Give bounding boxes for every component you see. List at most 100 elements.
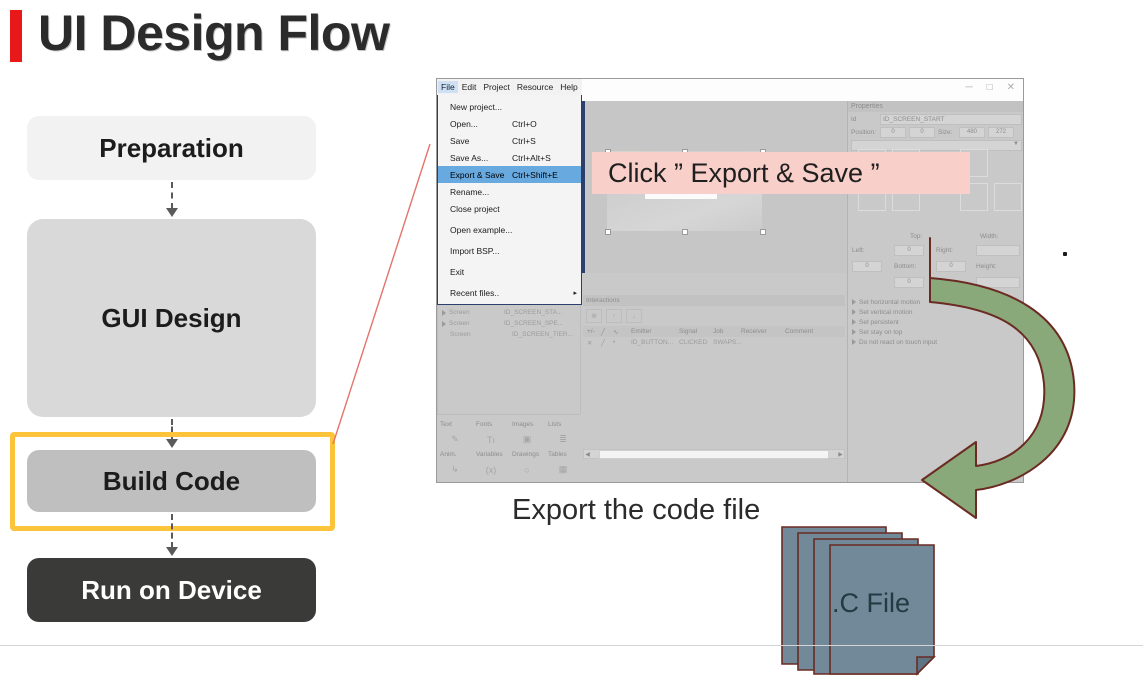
fonts-icon[interactable]: Tı — [473, 430, 509, 449]
menu-item-recent-files[interactable]: Recent files.. ▸ — [438, 284, 581, 301]
size-height-field[interactable]: 272 — [988, 127, 1014, 138]
align-left-label: Left: — [852, 247, 865, 254]
expand-arrow-icon[interactable] — [442, 320, 446, 327]
align-bottom-label: Bottom: — [894, 263, 917, 270]
position-y-field[interactable]: 0 — [909, 127, 935, 138]
maximize-icon[interactable]: □ — [987, 82, 993, 94]
title-accent-bar — [10, 10, 22, 62]
menu-item-import-bsp[interactable]: Import BSP... — [438, 242, 581, 259]
lists-icon[interactable]: ≣ — [545, 430, 581, 449]
menu-file[interactable]: File — [438, 81, 458, 93]
menu-resource[interactable]: Resource — [514, 81, 556, 93]
interactions-column-headers: +/- ╱ ∿ Emitter Signal Job Receiver Comm… — [583, 326, 845, 337]
selection-handle[interactable] — [605, 229, 611, 235]
c-file-label: .C File — [832, 588, 911, 618]
menu-item-export-and-save[interactable]: Export & Save Ctrl+Shift+E — [438, 166, 581, 183]
object-tree-panel: Object Id Screen ID_SCREEN_STA... Screen… — [437, 295, 581, 415]
drawings-icon[interactable]: ○ — [509, 460, 545, 479]
text-icon[interactable]: ✎ — [437, 430, 473, 449]
menu-edit[interactable]: Edit — [459, 81, 480, 93]
flow-step-label: Run on Device — [81, 574, 262, 605]
horizontal-scrollbar[interactable]: ◀ ▶ — [583, 449, 845, 459]
selection-handle[interactable] — [682, 229, 688, 235]
page-title: UI Design Flow — [38, 5, 390, 61]
delete-row-icon[interactable]: ✕ — [583, 339, 601, 347]
menu-item-open-example[interactable]: Open example... — [438, 221, 581, 238]
menu-item-new-project[interactable]: New project... — [438, 98, 581, 115]
property-id-row: Id ID_SCREEN_START — [848, 114, 1023, 125]
chevron-right-icon — [852, 339, 856, 345]
tables-icon[interactable]: ▦ — [545, 460, 581, 479]
interactions-header: Interactions — [583, 295, 845, 306]
callout-connector-line — [332, 143, 431, 445]
footer-divider — [0, 645, 1143, 646]
menu-item-close-project[interactable]: Close project — [438, 200, 581, 217]
menu-item-open[interactable]: Open... Ctrl+O — [438, 115, 581, 132]
toolbox-row2-icons: ↳ (x) ○ ▦ — [437, 460, 581, 479]
expand-arrow-icon[interactable] — [442, 309, 446, 316]
export-caption: Export the code file — [512, 494, 761, 526]
table-row[interactable]: ✕ ╱ • ID_BUTTON... CLICKED SWAPS... — [583, 337, 845, 348]
small-dot-marker — [1063, 252, 1067, 256]
toolbox-row1-labels: Text Fonts Images Lists — [440, 421, 562, 428]
flow-step-gui-design[interactable]: GUI Design — [27, 219, 316, 417]
property-id-label: Id — [851, 116, 857, 123]
property-id-value[interactable]: ID_SCREEN_START — [880, 114, 1022, 125]
flow-step-label: Preparation — [99, 132, 244, 163]
slide-root: UI Design Flow Preparation GUI Design Bu… — [0, 0, 1143, 687]
selection-handle[interactable] — [760, 229, 766, 235]
scroll-left-arrow-icon[interactable]: ◀ — [584, 451, 591, 458]
chevron-down-icon[interactable]: ▼ — [1013, 141, 1019, 147]
scrollbar-thumb[interactable] — [599, 449, 829, 459]
menu-item-rename[interactable]: Rename... — [438, 183, 581, 200]
align-left-field[interactable]: 0 — [852, 261, 882, 272]
row-marker-icon: • — [613, 339, 616, 346]
add-interaction-icon[interactable]: ⊕ — [586, 309, 602, 323]
interactions-toolbar: ⊕ ↑ ↓ — [583, 306, 845, 326]
flow-step-label: Build Code — [102, 465, 241, 496]
minimize-icon[interactable]: ─ — [965, 82, 972, 94]
images-icon[interactable]: ▣ — [509, 430, 545, 449]
flow-step-build-code[interactable]: Build Code — [27, 450, 316, 512]
position-label: Position: — [851, 129, 876, 136]
chevron-right-icon: ▸ — [573, 289, 577, 297]
ide-menu-bar: File Edit Project Resource Help — [437, 79, 582, 96]
callout-export-and-save: Click ” Export & Save ” — [592, 152, 970, 194]
green-circular-arrow-icon — [921, 237, 1076, 519]
close-icon[interactable]: ✕ — [1007, 82, 1015, 94]
menu-item-exit[interactable]: Exit — [438, 263, 581, 280]
flow-step-run-on-device[interactable]: Run on Device — [27, 558, 316, 622]
property-position-row: Position: 0 0 Size: 480 272 — [848, 127, 1023, 138]
flow-arrow-1 — [165, 182, 179, 217]
size-label: Size: — [938, 129, 953, 136]
position-x-field[interactable]: 0 — [880, 127, 906, 138]
interactions-panel: Interactions ⊕ ↑ ↓ +/- ╱ ∿ Emitter Signa… — [583, 295, 845, 445]
menu-help[interactable]: Help — [557, 81, 580, 93]
animation-icon[interactable]: ↳ — [437, 460, 473, 479]
size-width-field[interactable]: 480 — [959, 127, 985, 138]
table-row[interactable]: Screen ID_SCREEN_STA... — [438, 307, 580, 318]
table-row[interactable]: Screen ID_SCREEN_SPE... — [438, 318, 580, 329]
align-icon[interactable] — [994, 183, 1022, 211]
scroll-right-arrow-icon[interactable]: ▶ — [837, 451, 844, 458]
move-down-icon[interactable]: ↓ — [626, 309, 642, 323]
chevron-right-icon — [852, 309, 856, 315]
edit-row-icon[interactable]: ╱ — [601, 339, 613, 347]
table-row[interactable]: Screen ID_SCREEN_TIER... — [438, 329, 580, 340]
file-menu-dropdown: New project... Open... Ctrl+O Save Ctrl+… — [437, 95, 582, 305]
toolbox-row1-icons: ✎ Tı ▣ ≣ — [437, 430, 581, 449]
flow-step-label: GUI Design — [101, 302, 242, 333]
properties-header: Properties — [848, 101, 1023, 112]
variables-icon[interactable]: (x) — [473, 460, 509, 479]
flow-step-preparation[interactable]: Preparation — [27, 116, 316, 180]
chevron-right-icon — [852, 299, 856, 305]
ide-title-bar: ─ □ ✕ — [577, 79, 1023, 102]
menu-item-save[interactable]: Save Ctrl+S — [438, 132, 581, 149]
menu-item-save-as[interactable]: Save As... Ctrl+Alt+S — [438, 149, 581, 166]
chevron-right-icon — [852, 329, 856, 335]
menu-project[interactable]: Project — [480, 81, 512, 93]
move-up-icon[interactable]: ↑ — [606, 309, 622, 323]
resource-toolbox: Text Fonts Images Lists ✎ Tı ▣ ≣ Anim. V… — [437, 419, 581, 481]
toolbox-row2-labels: Anim. Variables Drawings Tables — [440, 451, 567, 458]
flow-arrow-3 — [165, 514, 179, 556]
